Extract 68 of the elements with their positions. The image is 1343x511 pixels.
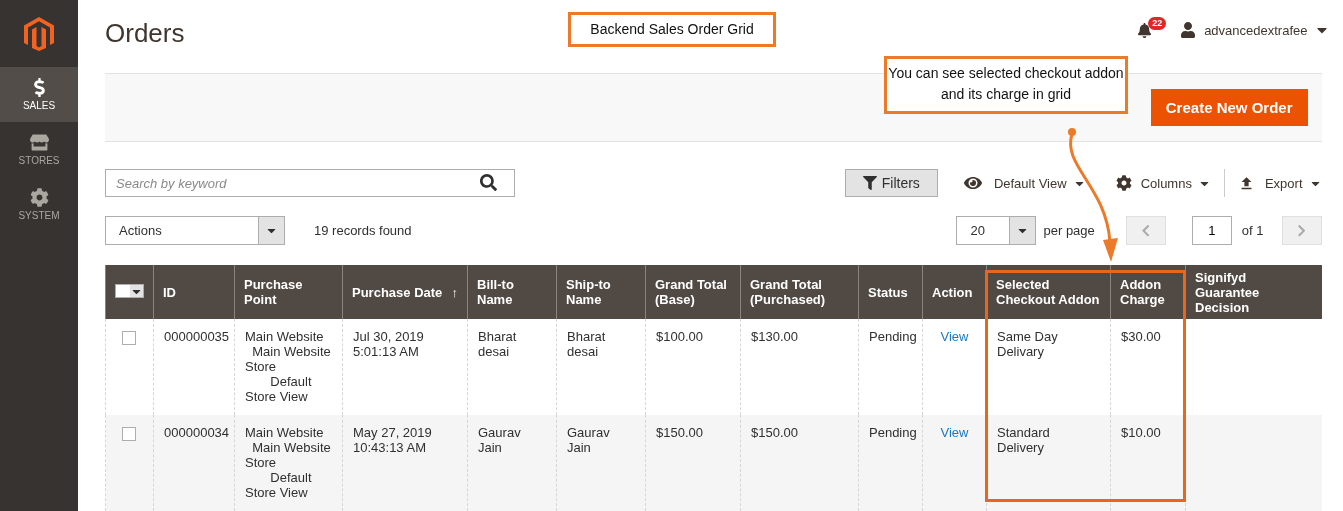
filters-button[interactable]: Filters [844, 169, 938, 197]
column-header[interactable]: Grand Total (Purchased) [740, 265, 859, 319]
eye-icon [963, 174, 982, 192]
column-header[interactable]: Grand Total (Base) [645, 265, 741, 319]
actions-select[interactable]: Actions [105, 216, 285, 245]
table-cell-text: Gaurav Jain [478, 425, 522, 455]
create-order-button[interactable]: Create New Order [1150, 89, 1308, 127]
filter-icon [862, 176, 877, 190]
page-count: of 1 [1241, 223, 1264, 238]
column-header[interactable]: Signifyd Guarantee Decision [1185, 265, 1322, 319]
next-page-button[interactable] [1281, 216, 1322, 245]
column-header[interactable]: Selected Checkout Addon [986, 265, 1111, 319]
view-link[interactable]: View [940, 425, 969, 440]
table-cell: $130.00 [751, 329, 798, 344]
search-icon [480, 174, 497, 191]
column-header[interactable]: Addon Charge [1110, 265, 1186, 319]
page-title: Orders [105, 18, 185, 49]
table-cell: Pending [869, 329, 917, 344]
table-cell-text: Same Day Delivary [997, 329, 1059, 359]
settings-icon [1115, 175, 1132, 191]
annotation-callout: You can see selected checkout addon and its charge in grid [884, 56, 1128, 114]
table-cell-text: Bharat desai [567, 329, 607, 359]
settings-icon [29, 188, 49, 207]
table-cell-text: Standard Delivery [997, 425, 1051, 455]
records-count: 19 records found [314, 223, 412, 238]
table-cell-text: Gaurav Jain [567, 425, 611, 455]
table-cell-text: Bharat desai [478, 329, 518, 359]
export-menu[interactable]: Export [1237, 174, 1322, 192]
select-all-checkbox[interactable] [115, 284, 144, 298]
column-header[interactable]: Ship-to Name [556, 265, 646, 319]
annotation-title: Backend Sales Order Grid [568, 12, 776, 47]
notification-count: 22 [1148, 16, 1167, 30]
table-cell-text: Jul 30, 2019 5:01:13 AM [353, 329, 425, 359]
user-menu[interactable]: advancedextrafee [1204, 22, 1330, 38]
column-header[interactable]: Purchase Date ↑ [342, 265, 468, 319]
table-cell-text: May 27, 2019 10:43:13 AM [353, 425, 433, 455]
per-page-select[interactable]: 20 [956, 216, 1037, 245]
bell-icon[interactable] [1137, 22, 1153, 38]
store-icon [29, 133, 49, 152]
table-cell: Pending [869, 425, 917, 440]
logo-icon [24, 16, 54, 51]
table-cell-text: Main Website Main Website Store Default Store View [245, 329, 332, 404]
page-field[interactable]: 1 [1191, 216, 1232, 245]
column-header[interactable]: Bill-to Name [467, 265, 557, 319]
table-cell-text: Main Website Main Website Store Default Store View [245, 425, 332, 500]
columns-menu[interactable]: Columns [1115, 175, 1211, 191]
table-cell: $150.00 [751, 425, 798, 440]
table-cell: $10.00 [1121, 425, 1161, 440]
table-cell: $150.00 [656, 425, 703, 440]
view-menu[interactable]: Default View [963, 174, 1086, 192]
table-cell: 000000034 [164, 425, 230, 440]
view-link[interactable]: View [940, 329, 969, 344]
sidebar-item[interactable]: SALES [0, 67, 78, 122]
table-cell: $30.00 [1121, 329, 1161, 344]
column-header[interactable]: ID [153, 265, 235, 319]
column-header[interactable]: Status [858, 265, 923, 319]
previous-page-button[interactable] [1125, 216, 1166, 245]
search-field[interactable]: Search by keyword [105, 169, 515, 197]
row-checkbox[interactable] [122, 331, 136, 345]
user-icon [1180, 22, 1197, 38]
column-header[interactable]: Action [922, 265, 987, 319]
sidebar-item[interactable]: SYSTEM [0, 177, 78, 232]
table-cell: $100.00 [656, 329, 703, 344]
column-header[interactable]: Purchase Point [234, 265, 343, 319]
row-checkbox[interactable] [122, 427, 136, 441]
table-cell: 000000035 [164, 329, 230, 344]
sidebar-item[interactable]: STORES [0, 122, 78, 177]
per-page-label: per page [1043, 223, 1095, 238]
